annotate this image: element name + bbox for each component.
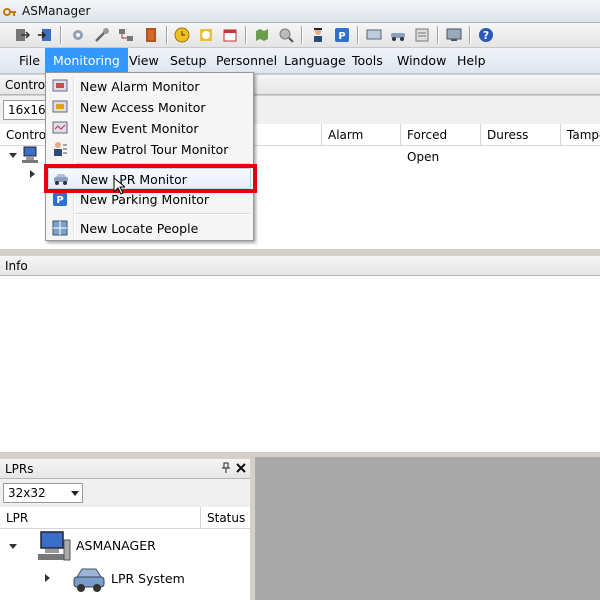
close-icon[interactable] [235,462,247,474]
display-icon[interactable] [446,27,462,43]
toolbar: P ? [0,23,600,48]
column-header-lpr[interactable]: LPR [0,507,201,529]
access-monitor-icon [52,100,68,113]
lpr-icon-size-select[interactable]: 32x32 [3,483,83,503]
svg-text:P: P [56,195,63,206]
tree-node-lpr-system[interactable]: LPR System [111,571,185,586]
menu-item-new-patrol-tour-monitor[interactable]: New Patrol Tour Monitor [48,139,251,160]
network-icon[interactable] [118,27,134,43]
menu-separator [76,213,250,215]
menu-window[interactable]: Window [389,48,454,73]
control-panel-title: Control [5,78,49,92]
menu-item-new-access-monitor[interactable]: New Access Monitor [48,97,251,118]
toolbar-separator [60,26,62,44]
toolbar-separator [166,26,168,44]
help-icon[interactable]: ? [478,27,494,43]
tools-icon[interactable] [94,27,110,43]
info-panel-title: Info [5,259,28,273]
info-panel [0,276,600,452]
patrol-tour-icon [54,142,67,156]
menu-monitoring[interactable]: Monitoring [45,48,128,73]
search-globe-icon[interactable] [278,27,294,43]
menu-setup[interactable]: Setup [162,48,214,73]
menu-language[interactable]: Language [276,48,354,73]
mdi-workspace [255,457,600,600]
window-title: ASManager [22,4,91,18]
menu-view[interactable]: View [121,48,167,73]
splitter[interactable] [250,457,255,600]
door-icon[interactable] [143,27,159,43]
settings-gear-icon[interactable] [70,27,86,43]
tree-expand-icon[interactable] [9,544,17,549]
menu-file[interactable]: File [11,48,48,73]
toolbar-separator [469,26,471,44]
map-icon[interactable] [254,27,270,43]
toolbar-separator [245,26,247,44]
splitter[interactable] [0,249,600,256]
server-computer-icon[interactable] [37,530,71,562]
toolbar-separator [437,26,439,44]
schedule-icon[interactable] [198,27,214,43]
control-icon-size-value: 16x16 [8,103,46,117]
menu-item-new-locate-people[interactable]: New Locate People [48,218,251,239]
clock-icon[interactable] [174,27,190,43]
lpr-car-icon[interactable] [72,565,106,595]
pin-icon[interactable] [220,462,232,474]
tree-collapse-icon[interactable] [30,170,35,178]
monitor-icon[interactable] [366,27,382,43]
column-header-tamper[interactable]: Tamper [561,124,600,146]
menu-help[interactable]: Help [449,48,494,73]
event-monitor-icon [52,121,68,134]
tree-collapse-icon[interactable] [45,574,50,582]
svg-text:P: P [338,31,345,42]
lpr-icon-size-value: 32x32 [8,486,46,500]
tree-expand-icon[interactable] [9,153,17,158]
svg-text:?: ? [483,29,489,42]
highlight-annotation [44,164,257,193]
chevron-down-icon [71,491,79,496]
report-icon[interactable] [414,27,430,43]
column-header-alarm[interactable]: Alarm [322,124,401,146]
menu-bar: File Monitoring View Setup Personnel Lan… [0,48,600,74]
parking-icon: P [53,192,67,206]
guard-icon[interactable] [310,27,326,43]
column-header-duress[interactable]: Duress [481,124,561,146]
locate-people-icon [52,220,68,236]
logout-icon[interactable] [14,27,30,43]
car-icon[interactable] [390,27,406,43]
login-icon[interactable] [37,27,53,43]
toolbar-separator [357,26,359,44]
lpr-panel-header: LPRs [0,459,250,479]
menu-item-new-event-monitor[interactable]: New Event Monitor [48,118,251,139]
info-panel-header: Info [0,256,600,276]
mouse-cursor-icon [113,177,125,195]
tree-node-asmanager[interactable]: ASMANAGER [76,538,156,553]
lpr-panel-title: LPRs [5,462,34,476]
column-header-status[interactable]: Status [201,507,250,529]
column-header-forced-open[interactable]: Forced Open [401,124,481,164]
menu-personnel[interactable]: Personnel [208,48,285,73]
calendar-icon[interactable] [222,27,238,43]
monitoring-menu: New Alarm Monitor New Access Monitor New… [45,72,254,241]
menu-item-new-alarm-monitor[interactable]: New Alarm Monitor [48,76,251,97]
parking-p-icon[interactable]: P [334,27,350,43]
alarm-monitor-icon [52,79,68,92]
server-computer-icon[interactable] [22,146,42,164]
toolbar-separator [301,26,303,44]
app-key-icon [3,8,16,16]
title-bar: ASManager [0,0,600,23]
menu-tools[interactable]: Tools [344,48,391,73]
